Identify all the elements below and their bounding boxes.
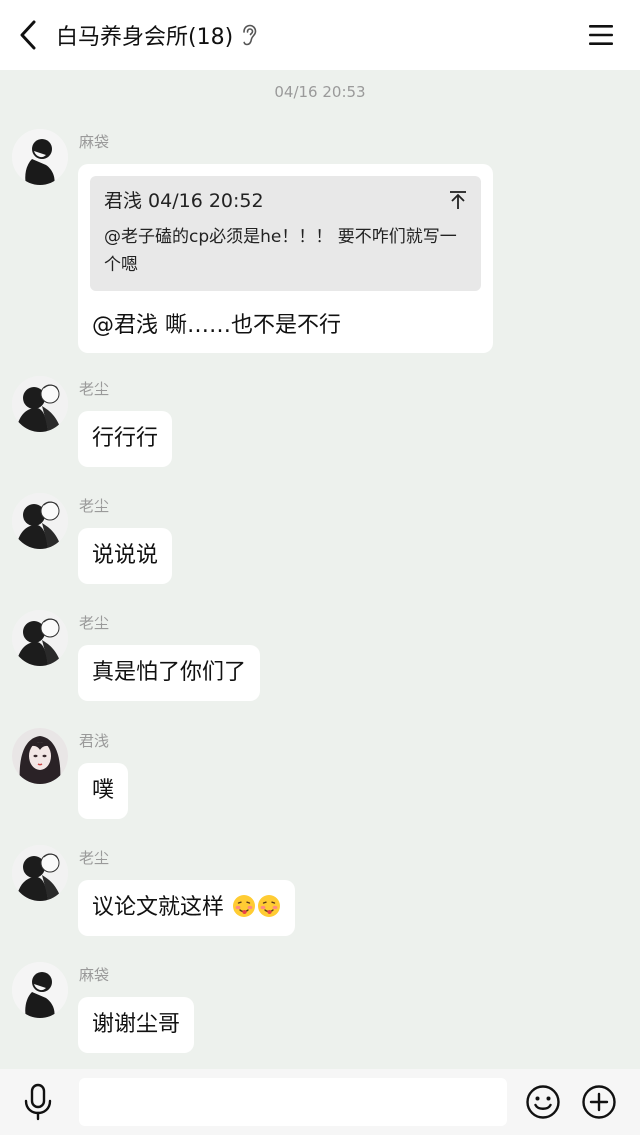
sender-name: 老尘 <box>79 497 110 515</box>
sender-name: 老尘 <box>79 614 110 632</box>
message-bubble[interactable]: 噗 <box>78 763 129 819</box>
back-button[interactable] <box>14 19 42 51</box>
scroll-to-top-icon[interactable] <box>449 190 467 210</box>
message-bubble[interactable]: 谢谢尘哥 <box>78 997 195 1053</box>
sender-name: 麻袋 <box>79 133 110 151</box>
message-input[interactable] <box>79 1078 507 1126</box>
sender-name: 老尘 <box>79 849 110 867</box>
message-bubble[interactable]: 君浅 04/16 20:52 @老子磕的cp必须是he！！！ 要不咋们就写一个嗯… <box>78 164 493 353</box>
message-bubble[interactable]: 真是怕了你们了 <box>78 645 261 701</box>
quoted-message[interactable]: 君浅 04/16 20:52 @老子磕的cp必须是he！！！ 要不咋们就写一个嗯 <box>90 176 481 291</box>
message-text: 行行行 <box>92 426 159 451</box>
title-area: 白马养身会所(18) <box>56 0 257 70</box>
sender-name: 老尘 <box>79 380 110 398</box>
sender-name: 麻袋 <box>79 966 110 984</box>
microphone-icon[interactable] <box>22 1083 54 1121</box>
message-text: 噗 <box>92 778 115 803</box>
message-text: 谢谢尘哥 <box>92 1012 181 1037</box>
avatar-laochen[interactable] <box>12 610 68 666</box>
back-arrow-icon <box>20 20 36 50</box>
message-text: @君浅 嘶……也不是不行 <box>92 313 341 338</box>
savoring-face-emoji <box>258 895 281 917</box>
chat-timestamp: 04/16 20:53 <box>274 83 366 101</box>
avatar-laochen[interactable] <box>12 845 68 901</box>
plus-circle-icon[interactable] <box>581 1084 617 1120</box>
sender-name: 君浅 <box>79 732 110 750</box>
menu-button[interactable] <box>586 22 616 48</box>
message-text: 真是怕了你们了 <box>92 660 247 685</box>
message-bubble[interactable]: 议论文就这样 <box>78 880 296 936</box>
avatar-junqian[interactable] <box>12 728 68 784</box>
hamburger-menu-icon <box>589 25 613 45</box>
message-text: 议论文就这样 <box>92 895 225 920</box>
message-bubble[interactable]: 行行行 <box>78 411 173 467</box>
quote-header: 君浅 04/16 20:52 <box>104 190 264 212</box>
message-text: 说说说 <box>92 543 159 568</box>
message-bubble[interactable]: 说说说 <box>78 528 173 584</box>
avatar-laochen[interactable] <box>12 376 68 432</box>
input-bar <box>0 1069 640 1135</box>
avatar-madai[interactable] <box>12 129 68 185</box>
smiley-icon[interactable] <box>525 1084 561 1120</box>
quote-body: @老子磕的cp必须是he！！！ 要不咋们就写一个嗯 <box>104 227 457 275</box>
chat-header: 白马养身会所(18) <box>0 0 640 70</box>
avatar-madai[interactable] <box>12 962 68 1018</box>
group-title: 白马养身会所(18) <box>56 25 234 50</box>
savoring-face-emoji <box>233 895 256 917</box>
ear-icon <box>241 24 257 46</box>
avatar-laochen[interactable] <box>12 493 68 549</box>
